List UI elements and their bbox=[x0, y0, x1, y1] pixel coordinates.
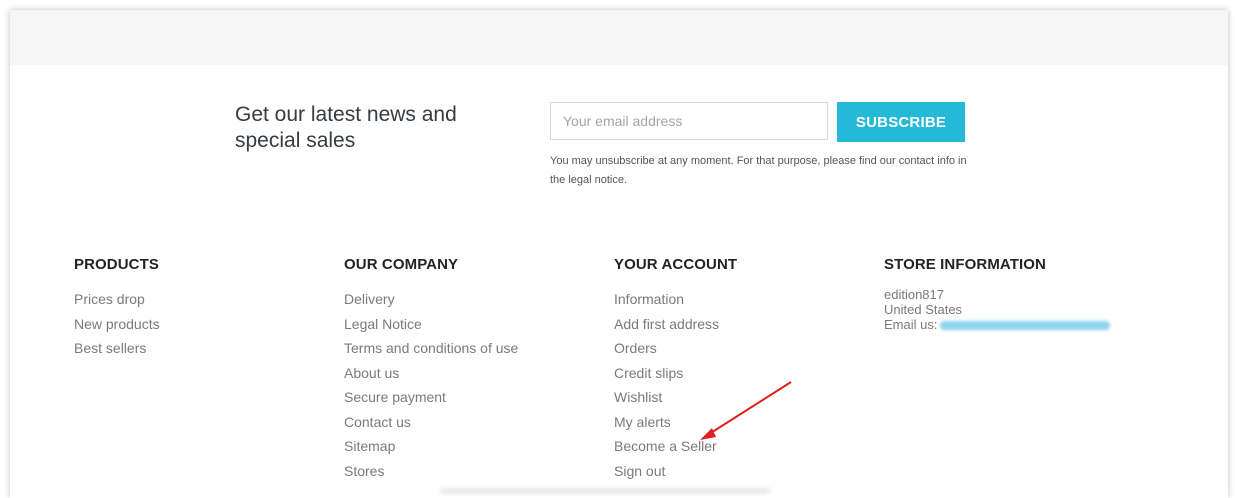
footer-link-my-alerts[interactable]: My alerts bbox=[614, 410, 737, 435]
footer-link-information[interactable]: Information bbox=[614, 287, 737, 312]
footer-products: PRODUCTS Prices drop New products Best s… bbox=[74, 256, 160, 361]
footer-link-secure-payment[interactable]: Secure payment bbox=[344, 385, 518, 410]
footer-link-best-sellers[interactable]: Best sellers bbox=[74, 336, 160, 361]
footer-link-become-a-seller[interactable]: Become a Seller bbox=[614, 434, 737, 459]
account-heading: YOUR ACCOUNT bbox=[614, 256, 738, 273]
products-links: Prices drop New products Best sellers bbox=[74, 287, 160, 361]
newsletter-legal-text: You may unsubscribe at any moment. For t… bbox=[550, 155, 967, 186]
footer-link-about-us[interactable]: About us bbox=[344, 361, 518, 386]
store-email-row: Email us: bbox=[884, 317, 1111, 332]
newsletter-title: Get our latest news and special sales bbox=[235, 103, 457, 152]
footer-link-contact-us[interactable]: Contact us bbox=[344, 410, 518, 435]
footer-link-wishlist[interactable]: Wishlist bbox=[614, 385, 737, 410]
footer-link-sign-out[interactable]: Sign out bbox=[614, 459, 737, 484]
footer-company: OUR COMPANY Delivery Legal Notice Terms … bbox=[344, 256, 518, 483]
footer-link-new-products[interactable]: New products bbox=[74, 312, 160, 337]
footer-link-credit-slips[interactable]: Credit slips bbox=[614, 361, 737, 386]
products-heading: PRODUCTS bbox=[74, 256, 159, 273]
footer-link-prices-drop[interactable]: Prices drop bbox=[74, 287, 160, 312]
store-country: United States bbox=[884, 302, 963, 317]
newsletter-email-input[interactable] bbox=[550, 102, 828, 140]
subscribe-button[interactable]: SUBSCRIBE bbox=[837, 102, 965, 142]
store-heading: STORE INFORMATION bbox=[884, 256, 1046, 273]
footer-link-legal-notice[interactable]: Legal Notice bbox=[344, 312, 518, 337]
footer-link-delivery[interactable]: Delivery bbox=[344, 287, 518, 312]
company-links: Delivery Legal Notice Terms and conditio… bbox=[344, 287, 518, 483]
footer-link-add-first-address[interactable]: Add first address bbox=[614, 312, 737, 337]
footer-account: YOUR ACCOUNT Information Add first addre… bbox=[614, 256, 737, 483]
account-links: Information Add first address Orders Cre… bbox=[614, 287, 737, 483]
footer-store-information: STORE INFORMATION edition817 United Stat… bbox=[884, 256, 1111, 332]
store-email-link-redacted[interactable] bbox=[940, 321, 1111, 331]
copyright-blurred bbox=[440, 488, 770, 494]
footer-link-orders[interactable]: Orders bbox=[614, 336, 737, 361]
footer-link-stores[interactable]: Stores bbox=[344, 459, 518, 484]
store-email-label: Email us: bbox=[884, 317, 938, 332]
page-frame: Get our latest news and special sales SU… bbox=[10, 10, 1228, 498]
footer-link-terms[interactable]: Terms and conditions of use bbox=[344, 336, 518, 361]
header-band bbox=[10, 10, 1228, 65]
store-name: edition817 bbox=[884, 287, 944, 302]
company-heading: OUR COMPANY bbox=[344, 256, 459, 273]
footer-link-sitemap[interactable]: Sitemap bbox=[344, 434, 518, 459]
